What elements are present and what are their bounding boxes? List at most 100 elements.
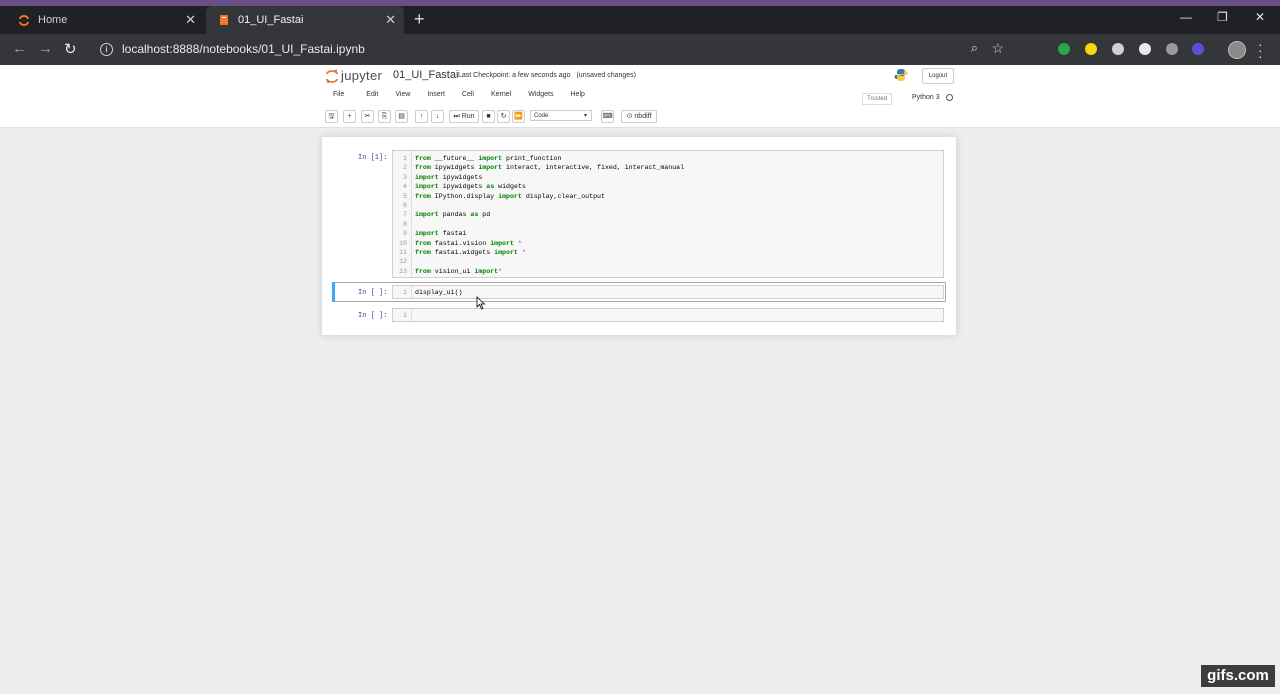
- line-number: 8: [403, 220, 407, 228]
- code-line: 11 from fastai.widgets import *: [393, 248, 526, 257]
- menu-view[interactable]: View: [395, 91, 410, 105]
- jupyter-logo[interactable]: jupyter: [326, 68, 382, 83]
- code-line: 10 from fastai.vision import *: [393, 239, 522, 248]
- code-line: 8: [393, 220, 415, 229]
- mouse-pointer-icon: [476, 296, 486, 310]
- menu-cell[interactable]: Cell: [462, 91, 474, 105]
- reload-icon[interactable]: ↻: [64, 40, 77, 58]
- line-number: 10: [399, 239, 407, 247]
- info-icon[interactable]: i: [100, 42, 113, 56]
- line-number: 2: [403, 164, 407, 172]
- line-number: 1: [403, 289, 407, 296]
- minimize-icon[interactable]: —: [1180, 10, 1192, 24]
- forward-icon[interactable]: →: [38, 40, 53, 57]
- jupyter-logo-icon: [326, 69, 338, 83]
- notebook-favicon-icon: [220, 15, 228, 25]
- new-tab-icon[interactable]: +: [414, 9, 425, 30]
- code-line: 7 import pandas as pd: [393, 210, 490, 219]
- line-number: 11: [399, 249, 407, 256]
- maximize-icon[interactable]: ❐: [1217, 10, 1228, 24]
- blue-extension-icon[interactable]: [1192, 43, 1204, 55]
- restart-icon: ↻: [500, 113, 507, 120]
- move-down-button[interactable]: ↓: [431, 110, 444, 123]
- close-tab-icon[interactable]: ✕: [385, 12, 396, 28]
- menu-help[interactable]: Help: [571, 91, 585, 105]
- line-number: 12: [399, 258, 407, 266]
- menu-insert[interactable]: Insert: [427, 91, 445, 105]
- cell-type-value: Code: [534, 113, 549, 119]
- code-text: display_ui(): [415, 289, 463, 296]
- tab-home[interactable]: Home ✕: [6, 6, 204, 34]
- white-extension-icon[interactable]: [1139, 43, 1151, 55]
- fast-forward-icon: ⏩: [514, 113, 523, 120]
- close-tab-icon[interactable]: ✕: [185, 12, 196, 28]
- tab-title: Home: [38, 14, 68, 26]
- restart-run-all-button[interactable]: ⏩: [512, 110, 525, 123]
- back-icon[interactable]: ←: [12, 40, 27, 57]
- nbdiff-button[interactable]: ⊙ nbdiff: [621, 110, 657, 123]
- copy-button[interactable]: ⎘: [378, 110, 391, 123]
- code-line: 1: [393, 311, 415, 320]
- line-number: 13: [399, 267, 407, 275]
- code-line: 9 import fastai: [393, 229, 466, 238]
- code-line: 12: [393, 257, 415, 266]
- paste-icon: ▤: [398, 113, 405, 120]
- unsaved-changes: (unsaved changes): [576, 72, 637, 79]
- code-line: 3 import ipywidgets: [393, 173, 482, 182]
- tab-notebook[interactable]: 01_UI_Fastai ✕: [206, 6, 404, 34]
- interrupt-button[interactable]: ■: [482, 110, 495, 123]
- plus-icon: +: [347, 113, 352, 120]
- logout-button[interactable]: Logout: [922, 68, 954, 84]
- bookmark-star-icon[interactable]: ☆: [991, 40, 1004, 57]
- scissors-icon: ✂: [364, 113, 371, 120]
- restart-button[interactable]: ↻: [497, 110, 510, 123]
- menu-edit[interactable]: Edit: [366, 91, 378, 105]
- code-cell-editor[interactable]: 1 display_ui(): [392, 285, 944, 299]
- browser-toolbar: ← → ↻ i localhost:8888/notebooks/01_UI_F…: [0, 34, 1280, 65]
- paste-button[interactable]: ▤: [395, 110, 408, 123]
- cell-prompt: In [ ]:: [358, 289, 388, 297]
- profile-avatar[interactable]: [1228, 41, 1246, 59]
- code-line: 13 from vision_ui import*: [393, 267, 502, 276]
- line-number: 5: [403, 192, 407, 200]
- menu-kernel[interactable]: Kernel: [491, 91, 511, 105]
- trusted-indicator[interactable]: Trusted: [862, 93, 892, 105]
- line-number: 9: [403, 230, 407, 238]
- address-bar[interactable]: i localhost:8888/notebooks/01_UI_Fastai.…: [92, 37, 1004, 61]
- save-button[interactable]: 🖫: [325, 110, 338, 123]
- yellow-extension-icon[interactable]: [1085, 43, 1097, 55]
- url-text: localhost:8888/notebooks/01_UI_Fastai.ip…: [122, 42, 365, 56]
- menu-file[interactable]: File: [333, 91, 344, 105]
- close-window-icon[interactable]: ✕: [1255, 10, 1265, 24]
- menu-widgets[interactable]: Widgets: [528, 91, 553, 105]
- step-forward-icon: ⏭: [453, 113, 460, 120]
- evernote-extension-icon[interactable]: [1058, 43, 1070, 55]
- cut-button[interactable]: ✂: [361, 110, 374, 123]
- code-line: 1 display_ui(): [393, 288, 462, 297]
- copy-icon: ⎘: [381, 113, 388, 120]
- kernel-indicator: Python 3: [912, 94, 953, 101]
- selection-bar: [332, 282, 335, 302]
- code-cell-editor[interactable]: 1 from __future__ import print_function 2…: [392, 150, 944, 278]
- move-up-button[interactable]: ↑: [415, 110, 428, 123]
- extension-icon[interactable]: [1166, 43, 1178, 55]
- nbdiff-label: nbdiff: [634, 113, 652, 120]
- search-icon[interactable]: ⌕: [971, 40, 978, 56]
- cell-type-select[interactable]: Code ▾: [530, 110, 592, 121]
- run-label: Run: [461, 113, 475, 120]
- save-icon: 🖫: [328, 113, 335, 120]
- chevron-down-icon: ▾: [583, 113, 587, 119]
- run-button[interactable]: ⏭ Run: [449, 110, 479, 123]
- checkpoint-text: Last Checkpoint: a few seconds ago: [458, 72, 571, 79]
- checkpoint-status: Last Checkpoint: a few seconds ago (unsav…: [458, 72, 636, 79]
- code-line: 2 from ipywidgets import interact, intera…: [393, 163, 684, 172]
- cell-prompt: In [ ]:: [358, 312, 388, 320]
- menu-bar: File Edit View Insert Cell Kernel Widget…: [326, 91, 585, 105]
- code-cell-editor[interactable]: 1: [392, 308, 944, 322]
- watermark: gifs.com: [1201, 665, 1275, 687]
- notebook-name[interactable]: 01_UI_Fastai: [393, 69, 458, 81]
- more-menu-icon[interactable]: · · ·: [1258, 37, 1263, 63]
- command-palette-button[interactable]: ⌨: [601, 110, 614, 123]
- insert-cell-button[interactable]: +: [343, 110, 356, 123]
- gray-extension-icon[interactable]: [1112, 43, 1124, 55]
